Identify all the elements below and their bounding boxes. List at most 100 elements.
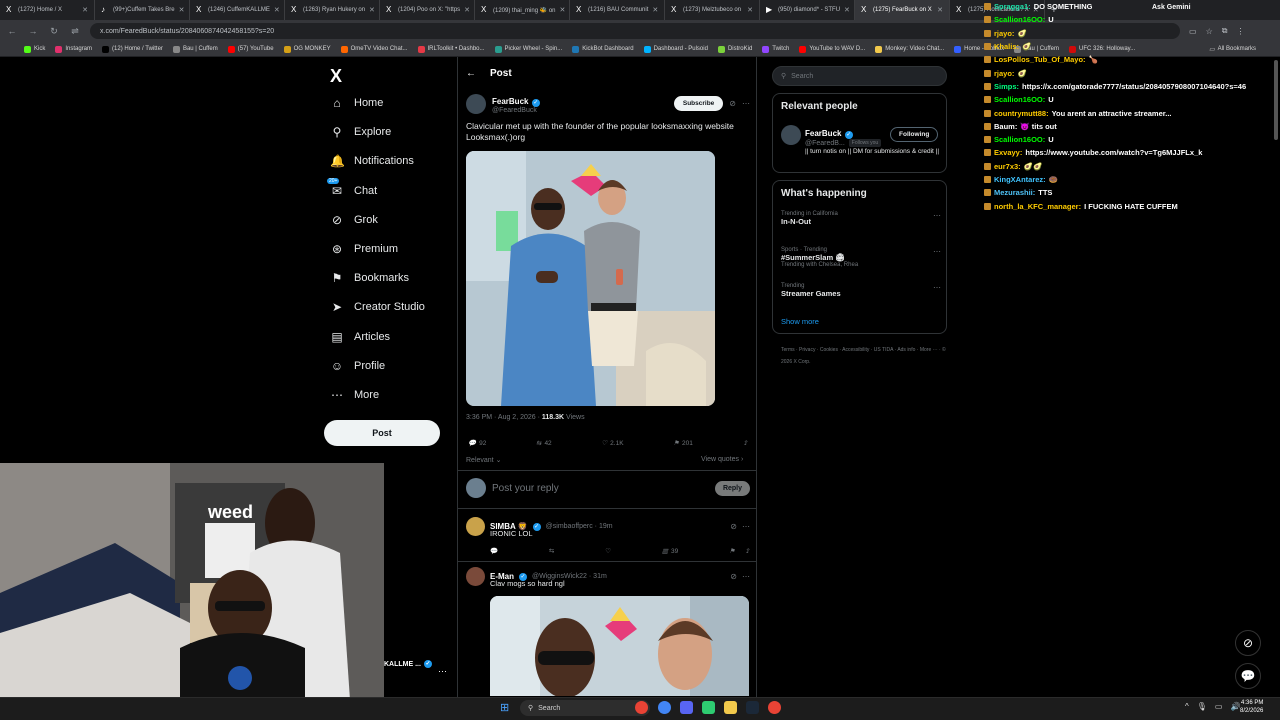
sidebar-item-bookmarks[interactable]: ⚑ Bookmarks [330,271,409,285]
chat-username[interactable]: Baum: [994,122,1017,131]
chat-username[interactable]: Spragga1: [994,2,1031,11]
post-button[interactable]: Post [324,420,440,446]
chat-username[interactable]: Scallion16OO: [994,135,1045,144]
close-tab-icon[interactable]: ✕ [844,6,850,14]
app-icon[interactable] [702,701,715,714]
my-avatar[interactable] [466,478,486,498]
browser-tab[interactable]: X (1263) Ryan Hukery on ✕ [285,0,380,20]
sidebar-item-home[interactable]: ⌂ Home [330,96,383,110]
back-arrow-icon[interactable]: ← [466,68,476,79]
bookmark-item[interactable]: IRLToolkit • Dashbo... [417,45,485,53]
bookmark-item[interactable]: Bau | Cuffem [172,45,218,53]
chat-username[interactable]: rjayo: [994,69,1014,78]
steam-icon[interactable] [746,701,759,714]
chat-username[interactable]: KingXAntarez: [994,175,1046,184]
grok-icon[interactable]: ⊘ [730,572,737,581]
close-tab-icon[interactable]: ✕ [82,6,88,14]
taskbar-search[interactable]: ⚲ Search [520,700,650,716]
close-tab-icon[interactable]: ✕ [274,6,280,14]
discord-icon[interactable] [680,701,693,714]
browser-tab[interactable]: ♪ (99+)Cuffem Takes Bre ✕ [95,0,190,20]
reply-icon[interactable]: 💬 [490,547,498,555]
view-quotes-link[interactable]: View quotes › [701,456,743,463]
author-avatar[interactable] [466,93,486,114]
volume-icon[interactable]: 🔊 [1230,702,1240,711]
close-tab-icon[interactable]: ✕ [560,6,566,14]
browser-tab[interactable]: X (1204) Poo on X: "https ✕ [380,0,475,20]
heart-icon[interactable]: ♡ [605,547,611,555]
reply-image[interactable] [490,596,749,696]
person-handle[interactable]: @FearedB... [805,140,845,147]
sidebar-item-chat[interactable]: ✉ 20+ Chat [327,177,377,198]
chat-username[interactable]: eur7x3: [994,162,1021,171]
trend-item[interactable]: Sports · Trending #SummerSlam 🏟 Trending w… [781,247,941,268]
bookmark-item[interactable]: Instagram [55,45,92,53]
bookmark-item[interactable]: OG MONKEY [283,45,331,53]
chat-username[interactable]: Exvayy: [994,148,1022,157]
trend-more-icon[interactable]: ⋯ [933,283,941,292]
more-options-icon[interactable]: ⋯ [742,522,750,531]
post-timestamp[interactable]: 3:36 PM · Aug 2, 2026 · [466,414,540,421]
bookmark-item[interactable]: OmeTV Video Chat... [340,45,408,53]
forward-icon[interactable]: → [27,26,39,36]
like-action[interactable]: ♡ 2.1K [601,439,623,448]
system-clock[interactable]: 4:36 PM 8/2/2026 [1240,699,1263,715]
sidebar-item-profile[interactable]: ☺ Profile [330,359,385,373]
subscribe-button[interactable]: Subscribe [673,96,724,111]
chat-username[interactable]: Scallion16OO: [994,15,1045,24]
bookmark-icon[interactable]: ⚑ [729,547,735,555]
trend-more-icon[interactable]: ⋯ [933,211,941,220]
share-action[interactable]: ⇪ [743,439,748,447]
close-tab-icon[interactable]: ✕ [937,6,943,14]
repost-icon[interactable]: ⇆ [549,547,554,555]
reply-avatar[interactable] [466,567,485,586]
sidebar-item-premium[interactable]: ⊛ Premium [330,242,398,256]
grok-icon[interactable]: ⊘ [730,522,737,531]
browser-tab[interactable]: X (1272) Home / X ✕ [0,0,95,20]
show-more-link[interactable]: Show more [781,317,819,326]
file-explorer-icon[interactable] [724,701,737,714]
reply-action[interactable]: 💬 92 [468,439,486,448]
grok-icon[interactable]: ⊘ [729,99,736,108]
reply-avatar[interactable] [466,517,485,536]
browser-tab[interactable]: ▶ (950) diamond* - STFU ✕ [760,0,855,20]
browser-tab[interactable]: X (1209) thai_ming 🐝 on ✕ [475,0,570,20]
bookmark-item[interactable]: DistroKid [717,45,752,53]
reply-button[interactable]: Reply [714,480,750,496]
x-logo-icon[interactable]: X [330,66,342,87]
windows-start-icon[interactable]: ⊞ [500,701,509,714]
more-options-icon[interactable]: ⋯ [742,572,750,581]
reload-icon[interactable]: ↻ [48,26,60,37]
sidebar-account[interactable]: KALLME ... ✓ [384,660,432,668]
chat-username[interactable]: Simps: [994,82,1019,91]
browser-tab[interactable]: X (1273) Melztubeco on ✕ [665,0,760,20]
sidebar-item-articles[interactable]: ▤ Articles [330,330,390,344]
repost-action[interactable]: ⇆ 42 [536,439,552,448]
sidebar-item-grok[interactable]: ⊘ Grok [330,213,378,227]
relevant-sort-dropdown[interactable]: Relevant ⌄ [466,456,501,464]
browser-tab[interactable]: X (1246) CuffemKALLME ✕ [190,0,285,20]
messages-float-icon[interactable]: 💬 [1235,663,1261,689]
chevron-up-icon[interactable]: ^ [1185,702,1189,711]
bookmark-item[interactable]: Monkey: Video Chat... [875,45,944,53]
chat-username[interactable]: north_la_KFC_manager: [994,202,1081,211]
bookmark-item[interactable]: Picker Wheel - Spin... [494,45,562,53]
browser-tab[interactable]: X (1216) BAU Communit ✕ [570,0,665,20]
account-menu-icon[interactable]: ⋯ [438,666,447,677]
trend-item[interactable]: Trending Streamer Games ⋯ [781,283,941,298]
bookmark-item[interactable]: Dashboard - Pulsoid [643,45,708,53]
share-icon[interactable]: ⇪ [745,547,750,555]
reply-input[interactable]: Post your reply [492,483,559,494]
bookmark-item[interactable]: KickBot Dashboard [572,45,634,53]
trend-more-icon[interactable]: ⋯ [933,247,941,256]
chat-username[interactable]: countrymutt88: [994,109,1049,118]
person-name[interactable]: FearBuck [805,129,841,138]
footer-links[interactable]: Terms · Privacy · Cookies · Accessibilit… [781,344,946,368]
close-tab-icon[interactable]: ✕ [464,6,470,14]
views-action[interactable]: ▥ 39 [662,547,678,556]
browser-icon[interactable] [658,701,671,714]
close-tab-icon[interactable]: ✕ [369,6,375,14]
reply-item[interactable]: SIMBA 🦁 ✓ @simbaoffperc · 19m ⊘ ⋯ IRONIC… [466,517,750,555]
back-icon[interactable]: ← [6,26,18,36]
chat-username[interactable]: LosPollos_Tub_Of_Mayo: [994,55,1086,64]
